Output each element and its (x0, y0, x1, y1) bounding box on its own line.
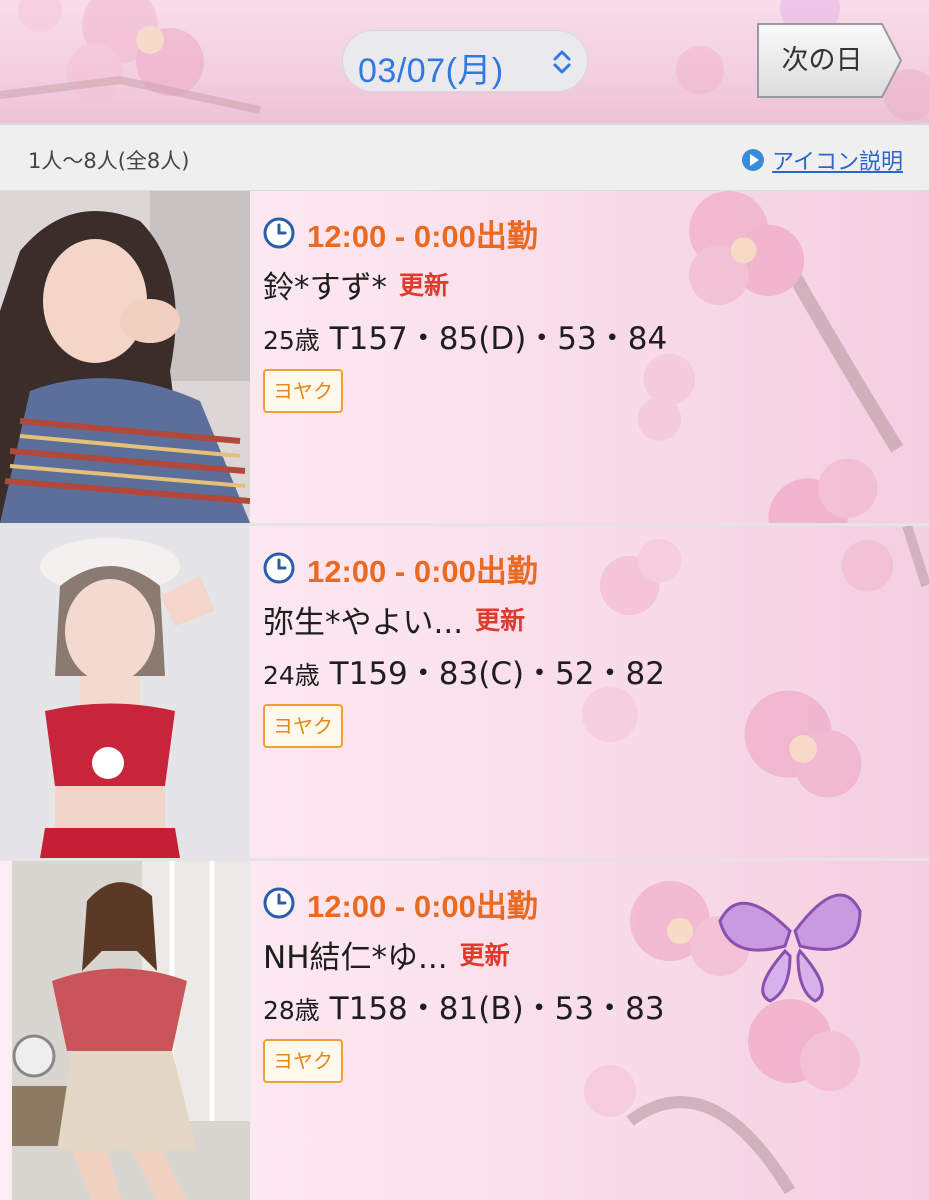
shift-time: 12:00 - 0:00出勤 (307, 553, 538, 589)
staff-measurements: T157・85(D)・53・84 (329, 321, 668, 357)
staff-photo-image-icon (0, 191, 250, 523)
staff-photo[interactable] (0, 191, 250, 523)
update-badge: 更新 (399, 271, 450, 300)
date-header: 03/07(月) 次の日 (0, 0, 929, 123)
staff-photo[interactable] (12, 861, 250, 1200)
staff-stats: 25歳 T157・85(D)・53・84 (263, 313, 668, 357)
staff-photo[interactable] (0, 526, 250, 858)
reserve-button[interactable]: ヨヤク (263, 1039, 343, 1083)
shift-time-line: 12:00 - 0:00出勤 (263, 881, 665, 925)
staff-name[interactable]: 弥生*やよい... (263, 597, 463, 642)
shift-time-line: 12:00 - 0:00出勤 (263, 211, 667, 255)
staff-list: 12:00 - 0:00出勤 鈴*すず* 更新 25歳 T157・85(D)・5… (0, 191, 929, 1200)
staff-measurements: T158・81(B)・53・83 (329, 991, 665, 1027)
next-day-label: 次の日 (781, 45, 863, 76)
icon-help-label: アイコン説明 (772, 150, 903, 175)
shift-time-line: 12:00 - 0:00出勤 (263, 546, 665, 590)
date-selector[interactable]: 03/07(月) (342, 30, 588, 92)
result-summary-bar: 1人〜8人(全8人) アイコン説明 (0, 123, 929, 191)
staff-measurements: T159・83(C)・52・82 (329, 656, 665, 692)
staff-info: 12:00 - 0:00出勤 NH結仁*ゆ... 更新 28歳 T158・81(… (263, 881, 665, 1083)
butterfly-icon (718, 893, 862, 1003)
result-count: 1人〜8人(全8人) (28, 149, 190, 173)
staff-photo-image-icon (12, 861, 250, 1200)
date-label: 03/07(月) (358, 52, 504, 90)
staff-name[interactable]: 鈴*すず* (263, 262, 387, 307)
reserve-button[interactable]: ヨヤク (263, 704, 343, 748)
clock-icon (263, 217, 295, 249)
staff-age: 24歳 (263, 661, 320, 690)
staff-age: 25歳 (263, 326, 320, 355)
staff-stats: 28歳 T158・81(B)・53・83 (263, 983, 665, 1027)
clock-icon (263, 887, 295, 919)
shift-time: 12:00 - 0:00出勤 (307, 888, 538, 924)
name-line: 鈴*すず* 更新 (263, 262, 667, 307)
up-down-chevron-icon (553, 50, 571, 74)
update-badge: 更新 (459, 941, 510, 970)
name-line: NH結仁*ゆ... 更新 (263, 932, 665, 977)
staff-photo-image-icon (0, 526, 250, 858)
name-line: 弥生*やよい... 更新 (263, 597, 665, 642)
shift-time: 12:00 - 0:00出勤 (307, 218, 538, 254)
staff-stats: 24歳 T159・83(C)・52・82 (263, 648, 665, 692)
staff-name[interactable]: NH結仁*ゆ... (263, 932, 448, 977)
staff-age: 28歳 (263, 996, 320, 1025)
reserve-button[interactable]: ヨヤク (263, 369, 343, 413)
play-icon (742, 149, 765, 171)
clock-icon (263, 552, 295, 584)
staff-row[interactable]: 12:00 - 0:00出勤 弥生*やよい... 更新 24歳 T159・83(… (0, 526, 929, 861)
icon-help-link[interactable]: アイコン説明 (742, 144, 903, 176)
staff-info: 12:00 - 0:00出勤 弥生*やよい... 更新 24歳 T159・83(… (263, 546, 665, 748)
update-badge: 更新 (475, 606, 526, 635)
staff-row[interactable]: 12:00 - 0:00出勤 NH結仁*ゆ... 更新 28歳 T158・81(… (0, 861, 929, 1200)
next-day-button[interactable]: 次の日 (754, 22, 904, 99)
staff-info: 12:00 - 0:00出勤 鈴*すず* 更新 25歳 T157・85(D)・5… (263, 211, 667, 413)
staff-row[interactable]: 12:00 - 0:00出勤 鈴*すず* 更新 25歳 T157・85(D)・5… (0, 191, 929, 526)
